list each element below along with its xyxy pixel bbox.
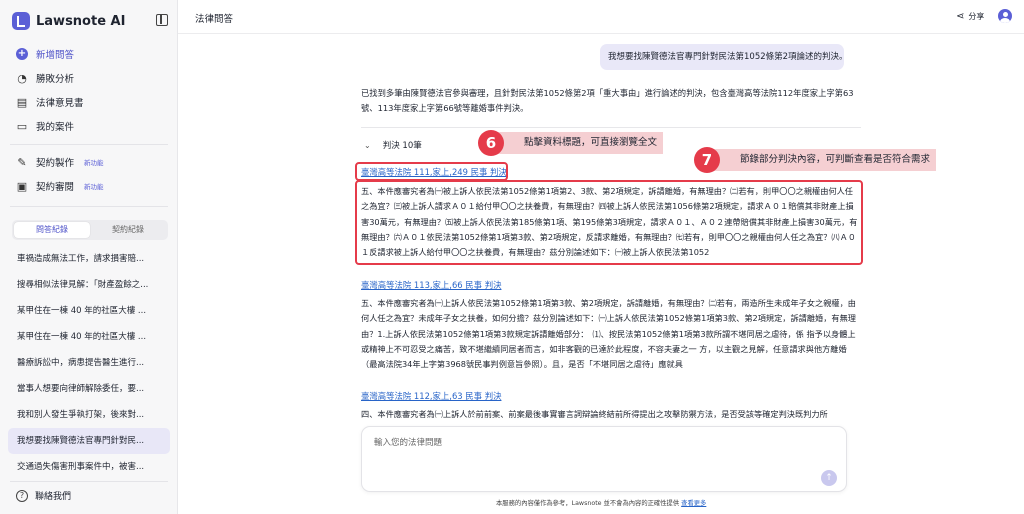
pie-chart-icon: ◔: [17, 71, 27, 85]
contact-label: 聯絡我們: [35, 492, 72, 502]
brand[interactable]: Lawsnote AI: [12, 12, 125, 30]
callout-text: 點擊資料標題，可直接瀏覽全文: [524, 137, 658, 148]
new-chat-label: 新增問答: [36, 50, 75, 61]
history-item[interactable]: 醫療訴訟中，病患提告醫生進行...: [8, 350, 170, 376]
annotation-number-7: 7: [694, 147, 720, 173]
user-message: 我想要找陳賢德法官專門針對民法第1052條第2項論述的判決。: [600, 44, 848, 70]
nav-item-my-cases[interactable]: ▭ 我的案件: [0, 114, 178, 138]
disclaimer: 本服務的內容僅作為參考，Lawsnote 並不會為內容的正確性提供 查看更多: [496, 498, 706, 507]
verdict-excerpt: 四、本件應審究者為㈠上訴人於前前案、前案最後事實審言詞辯論終結前所得提出之攻擊防…: [361, 409, 828, 419]
history-item[interactable]: 當事人想要向律師解除委任，要...: [8, 376, 170, 402]
contact-us-button[interactable]: ? 聯絡我們: [16, 489, 71, 502]
history-item[interactable]: 搜尋相似法律見解：「財產盈餘之...: [8, 272, 170, 298]
history-item[interactable]: 某甲住在一棟 40 年的社區大樓 ...: [8, 298, 170, 324]
new-chat-button[interactable]: + 新增問答: [0, 42, 178, 66]
lawsnote-logo-icon: [12, 12, 30, 30]
question-input[interactable]: [374, 435, 794, 451]
question-input-box: ↑: [361, 426, 847, 492]
review-icon: ▣: [16, 179, 28, 193]
plus-icon: +: [16, 48, 28, 60]
nav-label: 法律意見書: [36, 98, 84, 109]
sidebar: Lawsnote AI + 新增問答 ◔ 勝敗分析 ▤ 法律意見書 ▭ 我的案件…: [0, 0, 178, 514]
history-item[interactable]: 交通過失傷害刑事案件中，被害...: [8, 454, 170, 480]
history-tabs: 問答紀錄 契約紀錄: [12, 220, 168, 240]
brand-name: Lawsnote AI: [36, 13, 126, 29]
nav-label: 契約製作: [36, 158, 75, 169]
annotation-callout-6: 點擊資料標題，可直接瀏覽全文: [496, 132, 664, 154]
nav-item-contract-review[interactable]: ▣ 契約審閱 新功能: [0, 174, 178, 198]
nav-label: 勝敗分析: [36, 74, 75, 85]
tab-qa-history[interactable]: 問答紀錄: [14, 222, 90, 238]
share-button[interactable]: ⋖ 分享: [956, 11, 984, 22]
nav-item-legal-opinion[interactable]: ▤ 法律意見書: [0, 90, 178, 114]
nav-item-win-analysis[interactable]: ◔ 勝敗分析: [0, 66, 178, 90]
send-button[interactable]: ↑: [821, 470, 837, 486]
nav-item-contract-make[interactable]: ✎ 契約製作 新功能: [0, 150, 178, 174]
history-item[interactable]: 我和別人發生爭執打架，後來對...: [8, 402, 170, 428]
verdict-title-link[interactable]: 臺灣高等法院 113,家上,66 民事 判決: [361, 279, 501, 291]
verdicts-toggle[interactable]: ⌄ 判決 10筆: [364, 139, 422, 152]
verdicts-count: 判決 10筆: [382, 141, 422, 151]
contract-nav: ✎ 契約製作 新功能 ▣ 契約審閱 新功能: [0, 150, 178, 198]
history-item-active[interactable]: 我想要找陳賢德法官專門針對民...: [8, 428, 170, 454]
sidebar-divider: [10, 144, 168, 145]
annotation-callout-7: 節錄部分判決內容，可判斷查看是否符合需求: [712, 149, 937, 171]
new-feature-badge: 新功能: [84, 183, 104, 191]
page-title: 法律問答: [195, 14, 234, 25]
avatar[interactable]: [998, 9, 1012, 23]
pen-icon: ✎: [17, 155, 27, 169]
share-icon: ⋖: [956, 11, 965, 22]
nav-label: 我的案件: [36, 122, 75, 133]
folder-icon: ▭: [16, 119, 28, 133]
nav-label: 契約審閱: [36, 182, 75, 193]
verdict-title-link[interactable]: 臺灣高等法院 112,家上,63 民事 判決: [361, 390, 501, 402]
sidebar-toggle-icon[interactable]: [156, 14, 168, 26]
sidebar-divider: [10, 206, 168, 207]
assistant-answer: 已找到多筆由陳賢德法官參與審理，且針對民法第1052條第2項「重大事由」進行論述…: [361, 88, 854, 113]
history-item[interactable]: 某甲住在一棟 40 年的社區大樓 ...: [8, 324, 170, 350]
header-divider: [178, 33, 1024, 34]
history-list: 車禍造成無法工作，請求損害賠... 搜尋相似法律見解：「財產盈餘之... 某甲住…: [8, 246, 170, 480]
section-divider: [361, 127, 861, 128]
tab-contract-history[interactable]: 契約紀錄: [90, 222, 166, 238]
disclaimer-text: 本服務的內容僅作為參考，Lawsnote 並不會為內容的正確性提供: [496, 500, 680, 507]
see-more-link[interactable]: 查看更多: [681, 500, 706, 507]
chevron-down-icon: ⌄: [364, 140, 371, 150]
main-panel: 法律問答 ⋖ 分享 我想要找陳賢德法官專門針對民法第1052條第2項論述的判決。…: [178, 0, 1024, 514]
annotation-box-title: [355, 162, 508, 181]
new-feature-badge: 新功能: [84, 159, 104, 167]
arrow-up-icon: ↑: [825, 473, 833, 483]
history-item[interactable]: 車禍造成無法工作，請求損害賠...: [8, 246, 170, 272]
help-icon: ?: [16, 489, 28, 502]
sidebar-divider: [10, 481, 168, 482]
document-icon: ▤: [16, 95, 28, 109]
annotation-number-6: 6: [478, 130, 504, 156]
annotation-box-excerpt: [355, 180, 863, 265]
primary-nav: + 新增問答 ◔ 勝敗分析 ▤ 法律意見書 ▭ 我的案件: [0, 42, 178, 138]
callout-text: 節錄部分判決內容，可判斷查看是否符合需求: [740, 154, 931, 165]
share-label: 分享: [968, 12, 985, 21]
verdict-excerpt: 五、本件應審究者為㈠上訴人依民法第1052條第1項第3款、第2項規定，訴請離婚，…: [361, 298, 856, 370]
